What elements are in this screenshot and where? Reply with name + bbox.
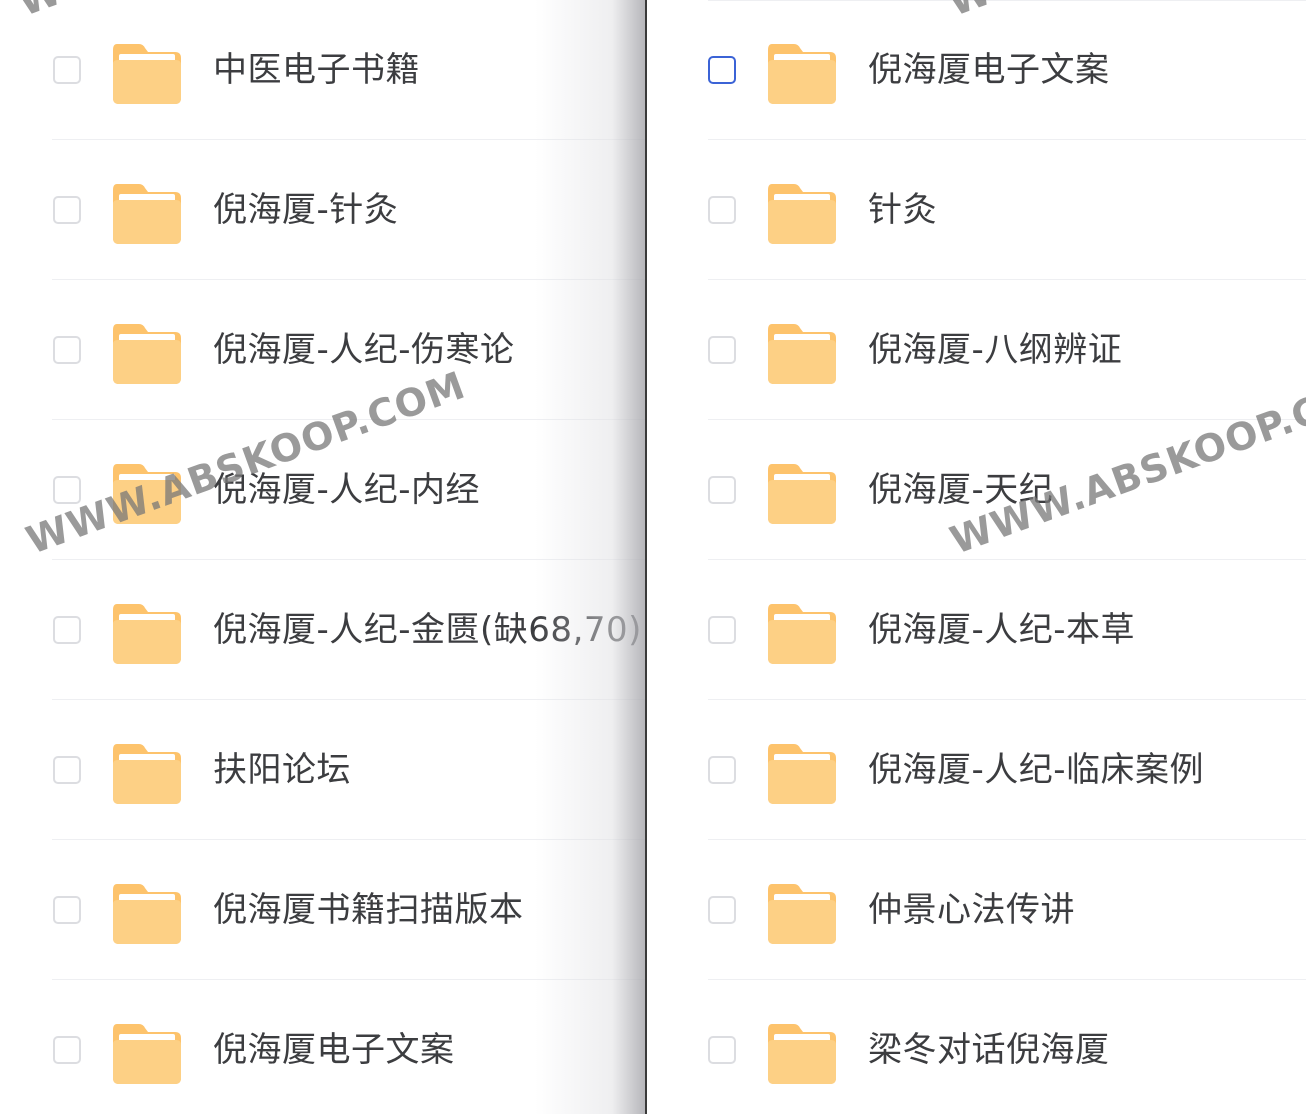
row-checkbox[interactable] xyxy=(53,616,81,644)
folder-name[interactable]: 倪海厦-人纪-伤寒论 xyxy=(213,330,515,370)
folder-icon xyxy=(111,880,183,946)
left-file-list: 中医电子书籍 倪海厦-针灸 倪海厦-人纪-伤寒论 倪海厦-人纪-内经 倪海厦-人… xyxy=(0,0,645,1114)
list-item[interactable]: 倪海厦-针灸 xyxy=(0,140,645,280)
list-item[interactable]: 倪海厦书籍扫描版本 xyxy=(0,840,645,980)
folder-icon xyxy=(766,320,838,386)
folder-name[interactable]: 倪海厦-针灸 xyxy=(213,190,398,230)
folder-icon xyxy=(111,600,183,666)
folder-icon xyxy=(766,600,838,666)
row-checkbox[interactable] xyxy=(708,56,736,84)
row-checkbox[interactable] xyxy=(708,196,736,224)
folder-name[interactable]: 倪海厦-天纪 xyxy=(868,470,1053,510)
row-checkbox[interactable] xyxy=(53,196,81,224)
list-item[interactable]: 倪海厦电子文案 xyxy=(0,980,645,1114)
folder-icon xyxy=(766,880,838,946)
list-item[interactable]: 倪海厦-人纪-伤寒论 xyxy=(0,280,645,420)
row-checkbox[interactable] xyxy=(708,1036,736,1064)
folder-name[interactable]: 倪海厦电子文案 xyxy=(868,50,1110,90)
row-checkbox[interactable] xyxy=(708,616,736,644)
folder-name[interactable]: 针灸 xyxy=(868,190,937,230)
row-checkbox[interactable] xyxy=(53,1036,81,1064)
list-item[interactable]: 倪海厦-天纪 xyxy=(647,420,1306,560)
list-item[interactable]: 中医电子书籍 xyxy=(0,0,645,140)
list-item[interactable]: 倪海厦-人纪-本草 xyxy=(647,560,1306,700)
row-checkbox[interactable] xyxy=(53,756,81,784)
folder-name[interactable]: 倪海厦-人纪-临床案例 xyxy=(868,750,1204,790)
list-item[interactable]: 仲景心法传讲 xyxy=(647,840,1306,980)
folder-name[interactable]: 中医电子书籍 xyxy=(213,50,420,90)
folder-icon xyxy=(766,460,838,526)
list-item[interactable]: 倪海厦电子文案 xyxy=(647,0,1306,140)
folder-icon xyxy=(111,460,183,526)
right-file-list: 倪海厦电子文案 针灸 倪海厦-八纲辨证 倪海厦-天纪 倪海厦-人纪-本草 倪海厦… xyxy=(647,0,1306,1114)
folder-name[interactable]: 倪海厦-人纪-内经 xyxy=(213,470,480,510)
file-list-screen: 中医电子书籍 倪海厦-针灸 倪海厦-人纪-伤寒论 倪海厦-人纪-内经 倪海厦-人… xyxy=(0,0,1306,1114)
row-checkbox[interactable] xyxy=(53,56,81,84)
list-item[interactable]: 倪海厦-人纪-内经 xyxy=(0,420,645,560)
row-checkbox[interactable] xyxy=(708,896,736,924)
folder-icon xyxy=(111,740,183,806)
folder-name[interactable]: 倪海厦-人纪-本草 xyxy=(868,610,1135,650)
folder-icon xyxy=(766,180,838,246)
folder-icon xyxy=(766,740,838,806)
list-item[interactable]: 梁冬对话倪海厦 xyxy=(647,980,1306,1114)
list-item[interactable]: 倪海厦-八纲辨证 xyxy=(647,280,1306,420)
list-item[interactable]: 倪海厦-人纪-临床案例 xyxy=(647,700,1306,840)
folder-name[interactable]: 倪海厦-八纲辨证 xyxy=(868,330,1122,370)
folder-icon xyxy=(111,1020,183,1086)
row-checkbox[interactable] xyxy=(53,336,81,364)
folder-name[interactable]: 扶阳论坛 xyxy=(213,750,351,790)
list-item[interactable]: 扶阳论坛 xyxy=(0,700,645,840)
folder-icon xyxy=(766,1020,838,1086)
row-checkbox[interactable] xyxy=(708,476,736,504)
folder-icon xyxy=(111,320,183,386)
folder-name[interactable]: 倪海厦电子文案 xyxy=(213,1030,455,1070)
folder-icon xyxy=(766,40,838,106)
folder-icon xyxy=(111,40,183,106)
list-item[interactable]: 倪海厦-人纪-金匮(缺68,70) xyxy=(0,560,645,700)
folder-name[interactable]: 梁冬对话倪海厦 xyxy=(868,1030,1110,1070)
row-checkbox[interactable] xyxy=(708,336,736,364)
row-checkbox[interactable] xyxy=(708,756,736,784)
row-checkbox[interactable] xyxy=(53,476,81,504)
folder-icon xyxy=(111,180,183,246)
row-checkbox[interactable] xyxy=(53,896,81,924)
folder-name[interactable]: 倪海厦书籍扫描版本 xyxy=(213,890,524,930)
list-item[interactable]: 针灸 xyxy=(647,140,1306,280)
folder-name[interactable]: 仲景心法传讲 xyxy=(868,890,1075,930)
folder-name[interactable]: 倪海厦-人纪-金匮(缺68,70) xyxy=(213,610,642,650)
